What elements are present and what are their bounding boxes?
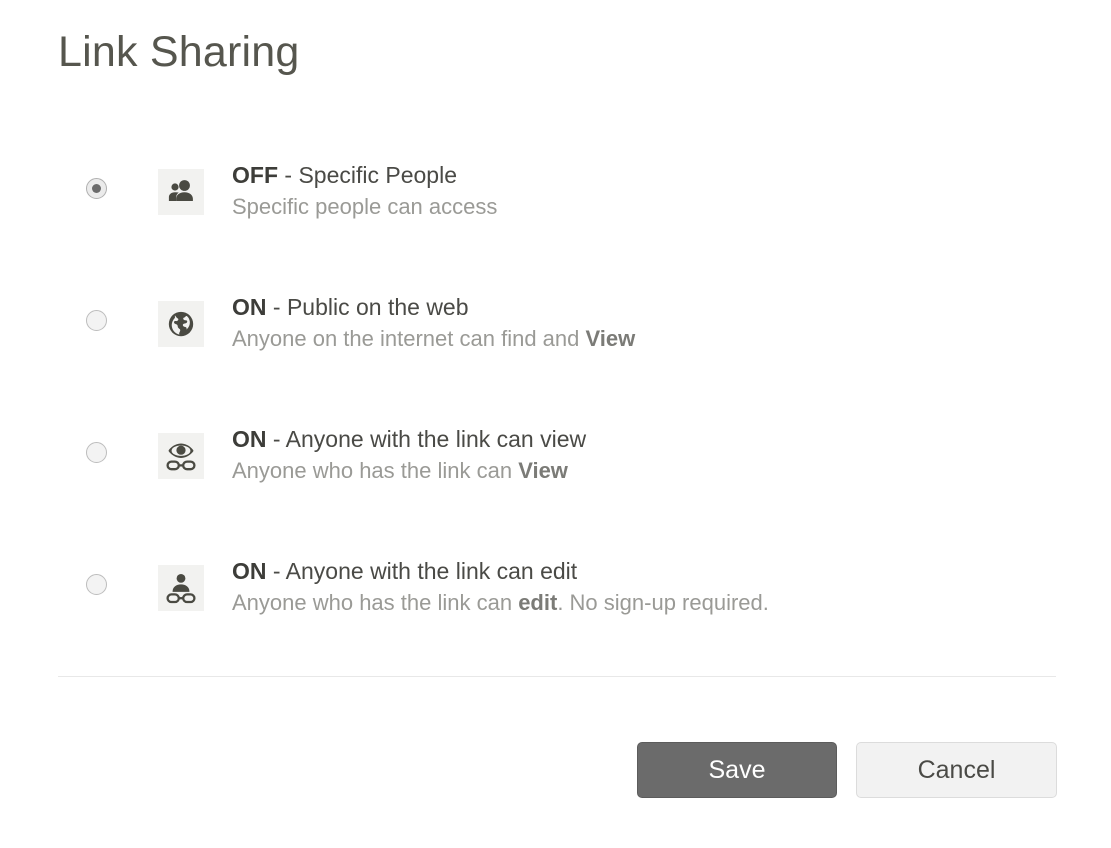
- option-separator: -: [278, 162, 299, 188]
- radio-dot: [92, 184, 101, 193]
- option-text-specific-people: OFF - Specific People Specific people can…: [232, 160, 1072, 223]
- page-title: Link Sharing: [58, 28, 300, 76]
- option-subtitle-prefix: Anyone who has the link can: [232, 590, 519, 615]
- option-state-badge: ON: [232, 294, 267, 320]
- radio-specific-people[interactable]: [86, 178, 107, 199]
- footer-divider: [58, 676, 1056, 677]
- option-separator: -: [266, 426, 286, 452]
- save-button[interactable]: Save: [637, 742, 837, 798]
- option-text-anyone-with-link-can-view: ON - Anyone with the link can view Anyone…: [232, 424, 1072, 487]
- link-sharing-dialog: Link Sharing OFF - Specific People Specif…: [0, 0, 1111, 848]
- option-state-badge: OFF: [232, 162, 278, 188]
- option-separator: -: [266, 558, 286, 584]
- sharing-option-specific-people[interactable]: OFF - Specific People Specific people can…: [0, 160, 1111, 292]
- option-title-label: Anyone with the link can edit: [285, 558, 578, 584]
- radio-public-on-the-web[interactable]: [86, 310, 107, 331]
- option-title-label: Specific People: [298, 162, 457, 188]
- option-title-label: Anyone with the link can view: [285, 426, 587, 452]
- option-text-anyone-with-link-can-edit: ON - Anyone with the link can edit Anyone…: [232, 556, 1072, 619]
- option-state-badge: ON: [232, 426, 267, 452]
- sharing-options-list: OFF - Specific People Specific people can…: [0, 160, 1111, 688]
- option-subtitle: Anyone who has the link can edit. No sig…: [232, 587, 1072, 619]
- globe-icon: [158, 301, 204, 347]
- option-subtitle: Specific people can access: [232, 191, 1072, 223]
- sharing-option-public-on-the-web[interactable]: ON - Public on the web Anyone on the inte…: [0, 292, 1111, 424]
- option-subtitle-prefix: Specific people can access: [232, 194, 498, 219]
- sharing-option-anyone-with-link-can-view[interactable]: ON - Anyone with the link can view Anyone…: [0, 424, 1111, 556]
- option-subtitle-emphasis: View: [518, 458, 568, 483]
- option-title-label: Public on the web: [286, 294, 469, 320]
- option-subtitle-prefix: Anyone on the internet can find and: [232, 326, 586, 351]
- option-subtitle: Anyone on the internet can find and View: [232, 323, 1072, 355]
- option-separator: -: [266, 294, 287, 320]
- sharing-option-anyone-with-link-can-edit[interactable]: ON - Anyone with the link can edit Anyone…: [0, 556, 1111, 688]
- dialog-footer: Save Cancel: [0, 742, 1111, 800]
- option-subtitle-suffix: . No sign-up required.: [557, 590, 769, 615]
- radio-anyone-with-link-can-edit[interactable]: [86, 574, 107, 595]
- eye-link-icon: [158, 433, 204, 479]
- option-state-badge: ON: [232, 558, 267, 584]
- option-subtitle-emphasis: edit: [518, 590, 558, 615]
- option-subtitle: Anyone who has the link can View: [232, 455, 1072, 487]
- radio-anyone-with-link-can-view[interactable]: [86, 442, 107, 463]
- person-link-icon: [158, 565, 204, 611]
- option-title: OFF - Specific People: [232, 160, 1072, 191]
- option-text-public-on-the-web: ON - Public on the web Anyone on the inte…: [232, 292, 1072, 355]
- cancel-button[interactable]: Cancel: [856, 742, 1057, 798]
- option-subtitle-emphasis: View: [585, 326, 636, 351]
- option-title: ON - Anyone with the link can edit: [232, 556, 1072, 587]
- option-title: ON - Public on the web: [232, 292, 1072, 323]
- people-icon: [158, 169, 204, 215]
- option-subtitle-prefix: Anyone who has the link can: [232, 458, 519, 483]
- option-title: ON - Anyone with the link can view: [232, 424, 1072, 455]
